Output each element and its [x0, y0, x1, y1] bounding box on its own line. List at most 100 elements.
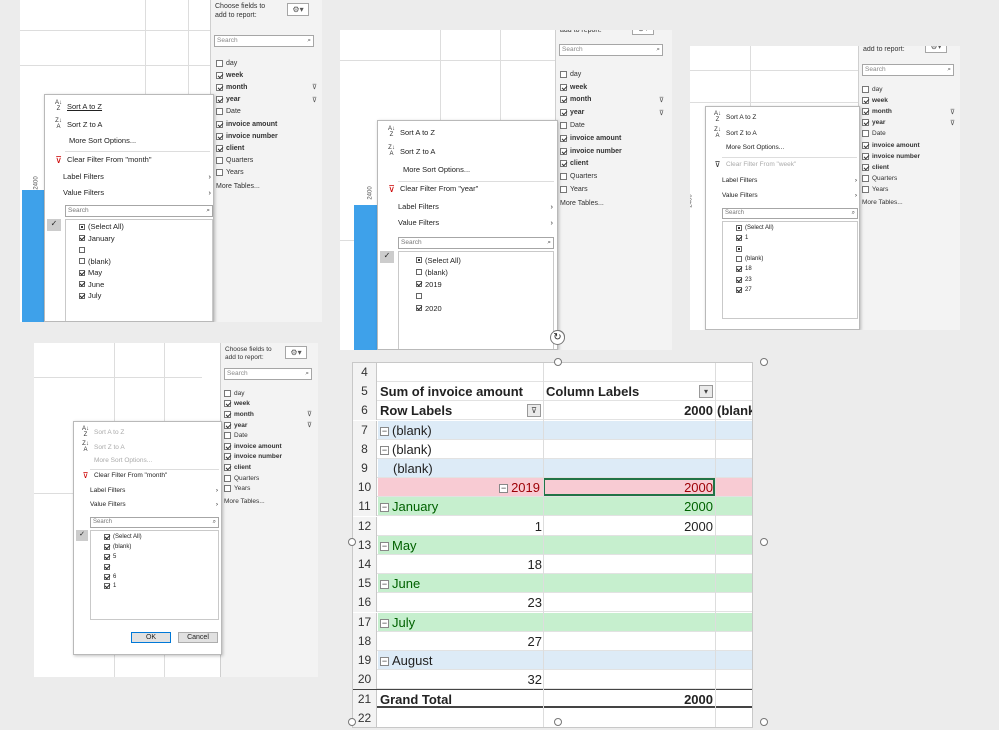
more-sort-options-item[interactable]: More Sort Options...	[403, 165, 470, 174]
filter-value-item[interactable]: 2020	[416, 302, 461, 314]
field-checkbox[interactable]	[560, 186, 567, 194]
field-checkbox[interactable]	[216, 144, 223, 152]
filter-checkbox[interactable]	[104, 583, 110, 590]
field-item[interactable]: day	[862, 84, 959, 95]
resize-handle[interactable]	[554, 718, 562, 726]
filter-checkbox[interactable]	[416, 269, 422, 275]
field-item[interactable]: Years	[862, 184, 959, 195]
field-item[interactable]: month ⊽	[560, 94, 668, 107]
field-checkbox[interactable]	[862, 141, 869, 149]
label-filters-item[interactable]: Label Filters ›	[63, 172, 211, 181]
field-item[interactable]: day	[216, 57, 321, 69]
filter-checkbox[interactable]	[79, 292, 85, 299]
filter-value-item[interactable]: 1	[736, 233, 774, 243]
filter-value-item[interactable]: 23	[736, 274, 774, 284]
filter-checkbox[interactable]	[79, 258, 85, 265]
sort-z-a-item[interactable]: Z↓ A Sort Z to A	[712, 127, 757, 139]
collapse-icon[interactable]: −	[380, 657, 389, 667]
field-item[interactable]: client	[216, 142, 321, 154]
field-item[interactable]: client	[560, 158, 668, 171]
field-item[interactable]: Date	[216, 106, 321, 118]
more-tables-link[interactable]: More Tables...	[224, 498, 316, 505]
field-item[interactable]: year ⊽	[224, 420, 316, 431]
sort-a-z-item[interactable]: A↓ Z Sort A to Z	[386, 126, 435, 138]
clear-filter-item[interactable]: ⊽ Clear Filter From "month"	[53, 155, 151, 164]
filter-search-input[interactable]: Search ⌕	[65, 205, 213, 217]
more-sort-options-item[interactable]: More Sort Options...	[94, 457, 152, 464]
field-item[interactable]: Quarters	[224, 473, 316, 484]
filter-value-item[interactable]: 6	[104, 572, 142, 582]
filter-checkbox[interactable]	[79, 246, 85, 253]
field-item[interactable]: day	[560, 68, 668, 81]
field-checkbox[interactable]	[216, 96, 223, 104]
collapse-icon[interactable]: −	[380, 426, 389, 436]
clear-filter-item[interactable]: ⊽ Clear Filter From "week"	[712, 160, 797, 168]
field-checkbox[interactable]	[224, 453, 231, 461]
gear-icon[interactable]: ⚙▾	[925, 46, 947, 53]
filter-checkbox[interactable]	[736, 256, 742, 263]
field-item[interactable]: Date	[224, 430, 316, 441]
field-checkbox[interactable]	[216, 157, 223, 165]
field-item[interactable]: invoice number	[224, 452, 316, 463]
value-filters-item[interactable]: Value Filters ›	[90, 501, 218, 508]
filter-value-item[interactable]	[416, 290, 461, 302]
label-filters-item[interactable]: Label Filters ›	[90, 487, 218, 494]
filter-value-item[interactable]: (Select All)	[79, 221, 124, 233]
field-checkbox[interactable]	[560, 96, 567, 104]
field-checkbox[interactable]	[560, 83, 567, 91]
field-checkbox[interactable]	[216, 120, 223, 128]
filter-value-item[interactable]: 27	[736, 285, 774, 295]
cell-row-label[interactable]: −2019	[380, 478, 540, 497]
clear-filter-item[interactable]: ⊽ Clear Filter From "year"	[386, 184, 478, 193]
filter-value-item[interactable]: (Select All)	[736, 223, 774, 233]
field-item[interactable]: month ⊽	[224, 409, 316, 420]
field-checkbox[interactable]	[862, 86, 869, 94]
field-checkbox[interactable]	[560, 134, 567, 142]
filter-checkbox[interactable]	[736, 286, 742, 293]
field-item[interactable]: invoice number	[216, 130, 321, 142]
cancel-button[interactable]	[814, 329, 854, 330]
field-search-input[interactable]: Search ⌕	[559, 44, 663, 56]
collapse-icon[interactable]: −	[380, 541, 389, 551]
clear-filter-item[interactable]: ⊽ Clear Filter From "month"	[80, 471, 168, 479]
cell-row-label[interactable]: − August	[380, 651, 432, 670]
filter-value-item[interactable]: (blank)	[79, 256, 124, 268]
row-labels-filter-button[interactable]: ⊽	[527, 404, 541, 418]
field-checkbox[interactable]	[862, 97, 869, 105]
filter-checkbox[interactable]	[416, 305, 422, 311]
filter-checkbox[interactable]	[736, 245, 742, 252]
field-item[interactable]: invoice amount	[560, 132, 668, 145]
collapse-icon[interactable]: −	[380, 618, 389, 628]
filter-checkbox[interactable]	[416, 293, 422, 299]
filter-value-item[interactable]: 18	[736, 264, 774, 274]
field-item[interactable]: Years	[216, 167, 321, 179]
field-checkbox[interactable]	[560, 109, 567, 117]
field-item[interactable]: invoice amount	[862, 139, 959, 150]
filter-checkbox[interactable]	[79, 281, 85, 288]
value-filters-item[interactable]: Value Filters ›	[63, 188, 211, 197]
field-checkbox[interactable]	[224, 410, 231, 418]
filter-value-item[interactable]: July	[79, 290, 124, 302]
field-item[interactable]: invoice number	[862, 151, 959, 162]
more-tables-link[interactable]: More Tables...	[862, 199, 959, 206]
field-checkbox[interactable]	[862, 174, 869, 182]
filter-value-item[interactable]: (blank)	[416, 266, 461, 278]
field-checkbox[interactable]	[224, 442, 231, 450]
cell-row-label[interactable]: − (blank)	[380, 440, 432, 459]
filter-checkbox[interactable]	[104, 573, 110, 580]
field-search-input[interactable]: Search ⌕	[224, 368, 312, 380]
sort-a-z-item[interactable]: A↓ Z Sort A to Z	[80, 426, 124, 438]
field-item[interactable]: day	[224, 388, 316, 399]
filter-value-item[interactable]	[79, 244, 124, 256]
filter-value-item[interactable]: 2019	[416, 278, 461, 290]
value-filters-item[interactable]: Value Filters ›	[722, 192, 857, 199]
ok-button[interactable]	[766, 329, 806, 330]
cell-row-label[interactable]: − (blank)	[380, 421, 432, 440]
resize-handle[interactable]	[760, 538, 768, 546]
field-checkbox[interactable]	[862, 130, 869, 138]
field-checkbox[interactable]	[560, 160, 567, 168]
sort-a-z-item[interactable]: A↓ Z Sort A to Z	[53, 100, 102, 112]
field-checkbox[interactable]	[224, 432, 231, 440]
filter-checkbox[interactable]	[416, 257, 422, 263]
field-item[interactable]: Date	[560, 119, 668, 132]
